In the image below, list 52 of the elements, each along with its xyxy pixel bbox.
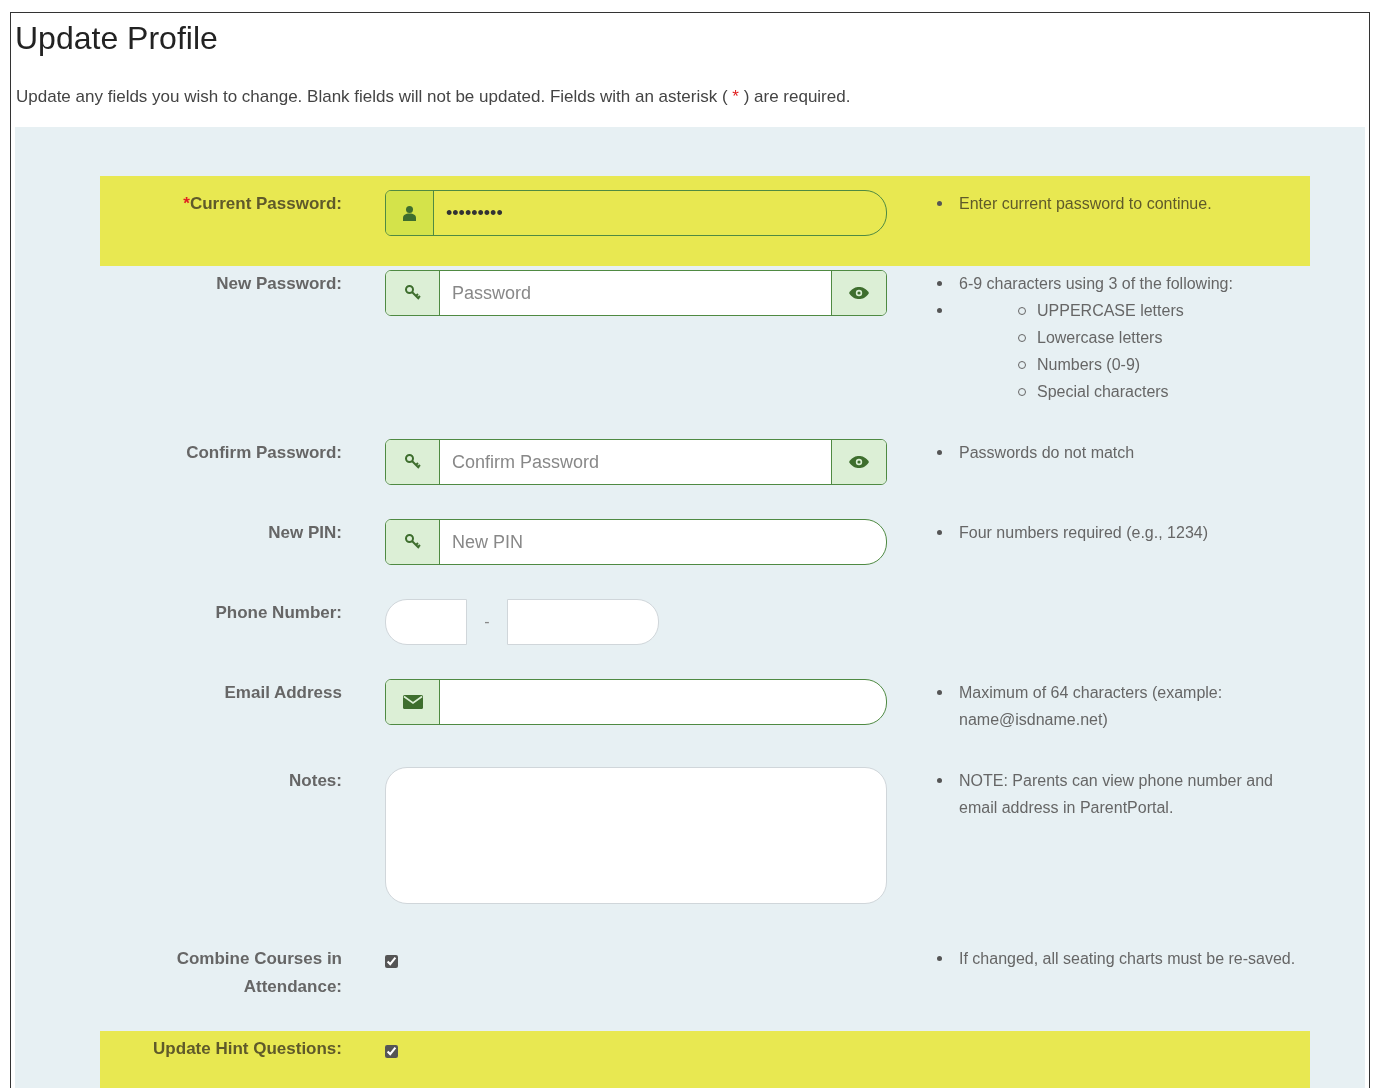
instructions-text: Update any fields you wish to change. Blank fields will not be updated. Fields with an asterisk ( * ) are required. <box>16 86 852 108</box>
bullet-icon <box>937 450 942 455</box>
hint-text: Passwords do not match <box>959 443 1135 463</box>
input-group[interactable]: Password <box>385 270 887 316</box>
input-group[interactable]: Confirm Password <box>385 439 887 485</box>
eye-icon <box>849 456 869 468</box>
show-password-button[interactable] <box>831 440 886 484</box>
bullet-icon <box>937 201 942 206</box>
field-label: *Current Password: <box>182 193 342 215</box>
hint-text: Maximum of 64 characters (example: name@isdname.net) <box>959 683 1224 730</box>
field-label: Confirm Password: <box>185 442 342 464</box>
field-label: New PIN: <box>267 522 342 544</box>
hint-text: If changed, all seating charts must be re-saved. <box>959 949 1296 969</box>
field-label: Update Hint Questions: <box>152 1038 342 1060</box>
checkbox[interactable] <box>385 1045 398 1058</box>
separator-text: - <box>483 612 491 632</box>
bullet-icon <box>937 308 942 313</box>
bullet-icon <box>937 530 942 535</box>
password-field[interactable]: Confirm Password <box>440 440 831 484</box>
bullet-icon <box>937 956 942 961</box>
show-password-button[interactable] <box>831 271 886 315</box>
input-group[interactable] <box>385 679 887 725</box>
field-label: New Password: <box>215 273 342 295</box>
password-field[interactable]: New PIN <box>440 520 886 564</box>
bullet-icon <box>937 281 942 286</box>
checkbox[interactable] <box>385 955 398 968</box>
bullet-icon <box>937 690 942 695</box>
field-label: Notes: <box>288 770 342 792</box>
hint-text: Numbers (0-9) <box>1037 355 1141 375</box>
eye-icon <box>849 287 869 299</box>
hint-text: Special characters <box>1037 382 1169 402</box>
hint-text: Enter current password to continue. <box>959 194 1212 214</box>
bullet-icon <box>937 778 942 783</box>
hint-text: Four numbers required (e.g., 1234) <box>959 523 1208 543</box>
field-label: Email Address <box>223 682 342 704</box>
field-label: Phone Number: <box>214 602 342 624</box>
key-icon <box>403 453 422 471</box>
hint-text: Lowercase letters <box>1037 328 1163 348</box>
notes-field[interactable] <box>385 767 887 904</box>
envelope-icon <box>402 695 423 709</box>
password-field[interactable]: Password <box>440 271 831 315</box>
input-group[interactable]: New PIN <box>385 519 887 565</box>
phone-number-field[interactable] <box>507 599 659 645</box>
hint-text: UPPERCASE letters <box>1037 301 1184 321</box>
phone-area-field[interactable] <box>385 599 467 645</box>
person-icon <box>403 205 416 221</box>
hint-text: NOTE: Parents can view phone number and email address in ParentPortal. <box>959 771 1274 818</box>
key-icon <box>403 284 422 302</box>
page-title: Update Profile <box>15 19 219 57</box>
field-label: Combine Courses in Attendance: <box>175 948 342 998</box>
key-icon <box>403 533 422 551</box>
hint-text: 6-9 characters using 3 of the following: <box>959 274 1233 294</box>
